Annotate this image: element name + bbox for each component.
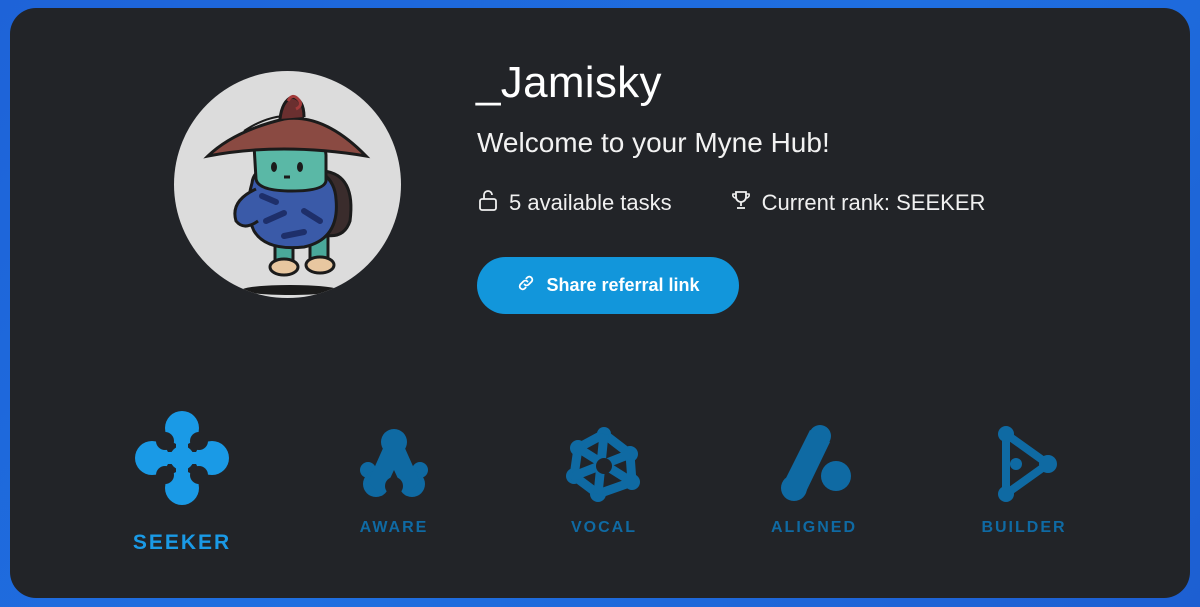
username: _Jamisky bbox=[476, 58, 662, 107]
rank-label: VOCAL bbox=[571, 519, 637, 536]
rank-builder[interactable]: BUILDER bbox=[944, 424, 1104, 537]
share-referral-label: Share referral link bbox=[546, 275, 700, 295]
seeker-icon bbox=[132, 408, 232, 513]
rank-label: BUILDER bbox=[981, 519, 1067, 536]
profile-card: _Jamisky Welcome to your Myne Hub! 5 ava… bbox=[10, 8, 1190, 598]
available-tasks[interactable]: 5 available tasks bbox=[477, 189, 672, 217]
current-rank: Current rank: SEEKER bbox=[730, 189, 986, 217]
vocal-icon bbox=[564, 424, 644, 509]
rank-aware[interactable]: AWARE bbox=[314, 424, 474, 537]
rank-label: ALIGNED bbox=[771, 519, 857, 536]
unlock-icon bbox=[477, 189, 509, 217]
rank-label: AWARE bbox=[359, 519, 429, 536]
current-rank-label: Current rank: SEEKER bbox=[761, 190, 986, 215]
avatar[interactable] bbox=[174, 71, 401, 298]
welcome-message: Welcome to your Myne Hub! bbox=[477, 127, 830, 158]
rank-seeker[interactable]: SEEKER bbox=[102, 408, 262, 555]
rank-aligned[interactable]: ALIGNED bbox=[734, 424, 894, 537]
available-tasks-label: 5 available tasks bbox=[509, 190, 672, 215]
profile-stats: 5 available tasks Current rank: SEEKER bbox=[477, 189, 985, 217]
trophy-icon bbox=[730, 189, 762, 217]
builder-icon bbox=[984, 424, 1064, 509]
avatar-image bbox=[203, 94, 371, 295]
aware-icon bbox=[354, 424, 434, 509]
rank-label: SEEKER bbox=[132, 531, 232, 554]
aligned-icon bbox=[774, 424, 854, 509]
link-icon bbox=[516, 273, 546, 298]
share-referral-button[interactable]: Share referral link bbox=[477, 257, 739, 314]
rank-vocal[interactable]: VOCAL bbox=[524, 424, 684, 537]
